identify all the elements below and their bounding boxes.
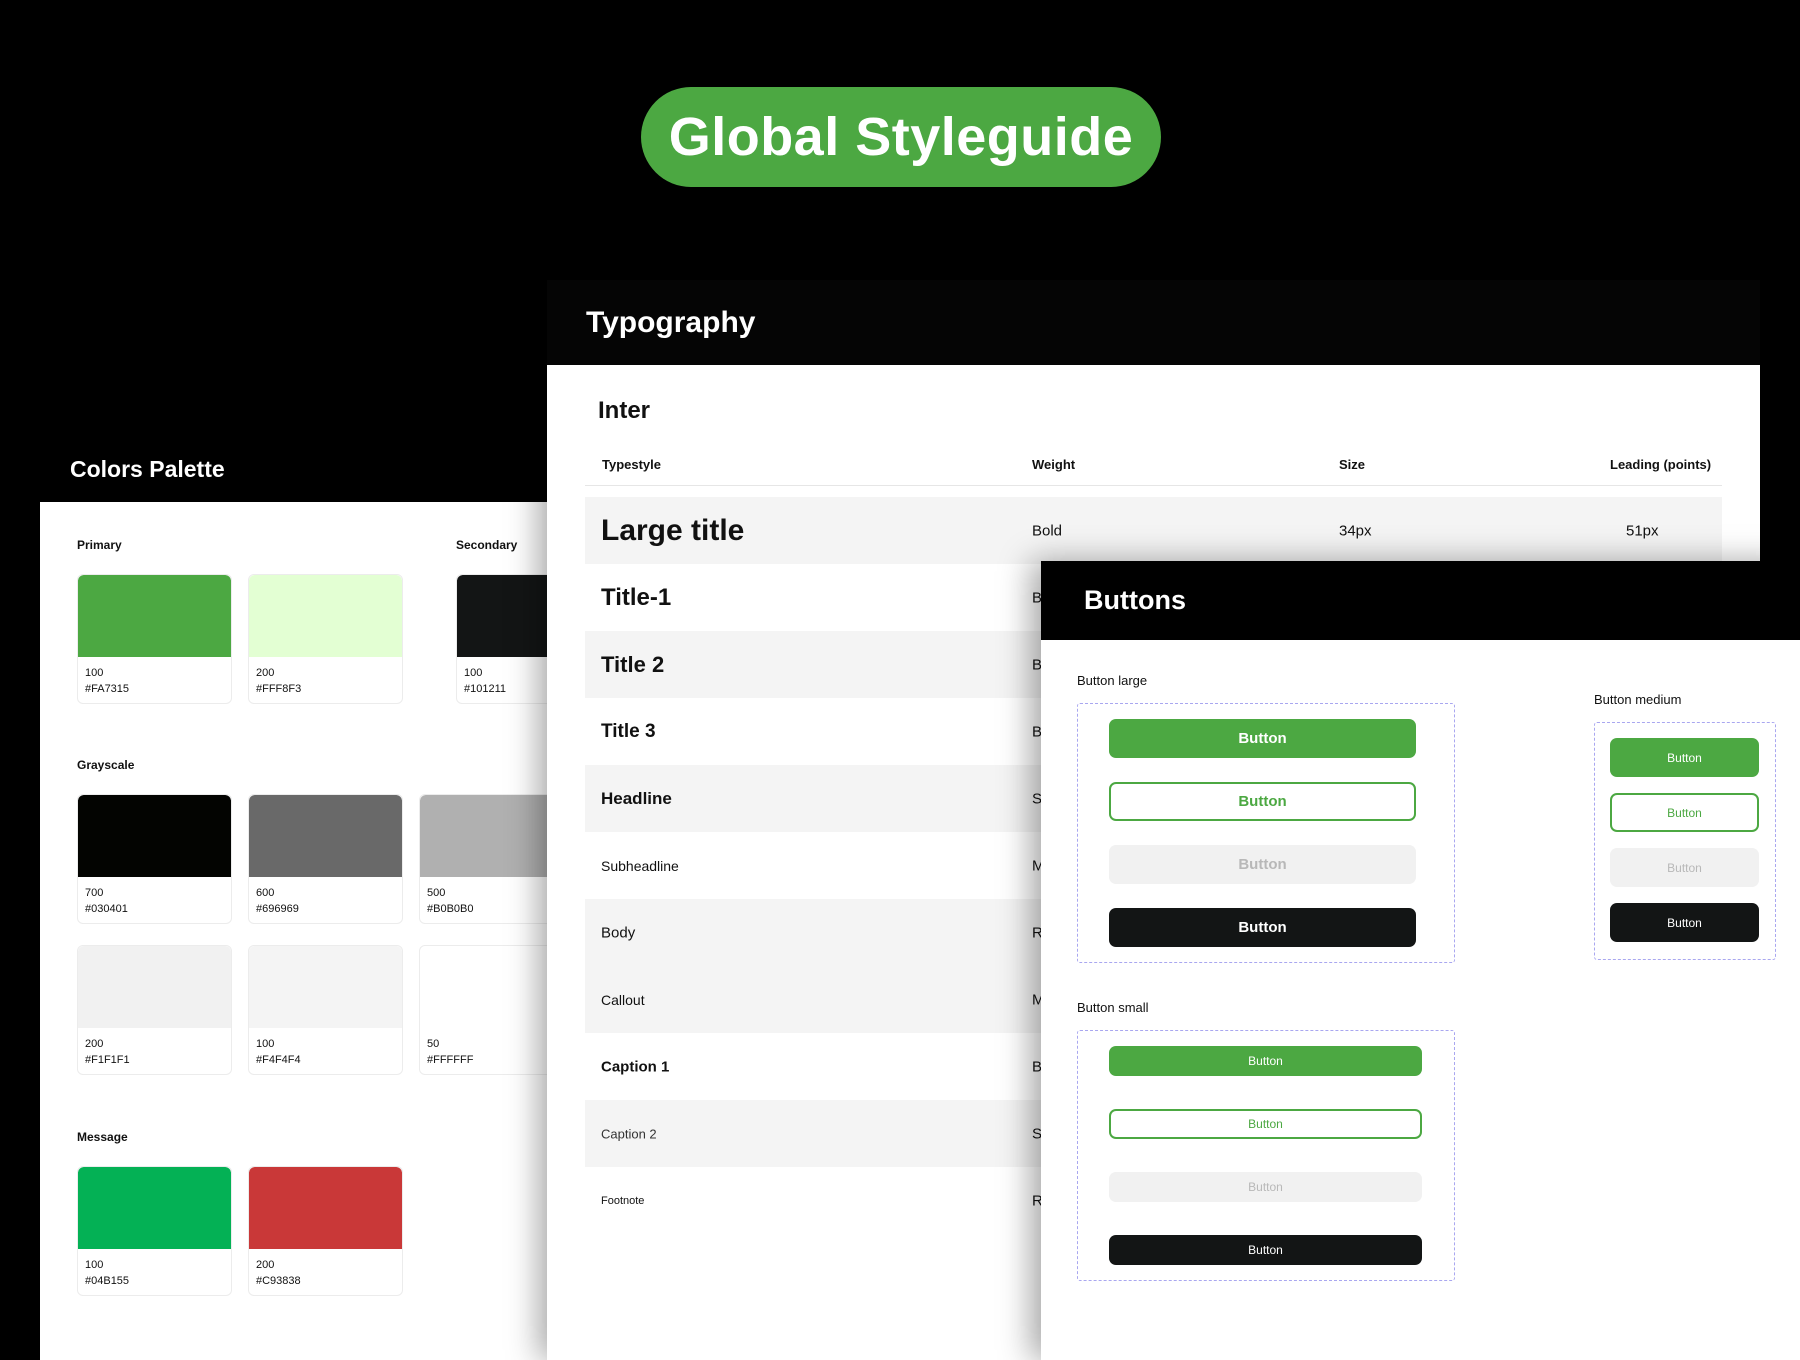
swatch-chip — [78, 1167, 231, 1249]
column-header-weight: Weight — [1032, 457, 1076, 472]
buttons-title: Buttons — [1084, 585, 1186, 615]
typestyle-name: Callout — [601, 991, 645, 1008]
swatch-hex: #C93838 — [256, 1275, 301, 1287]
swatch-primary-100[interactable]: 100 #FA7315 — [77, 574, 232, 704]
button-small-label: Button small — [1077, 1000, 1149, 1015]
buttons-header: Buttons — [1041, 561, 1800, 640]
swatch-hex: #101211 — [464, 683, 507, 695]
swatch-message-100[interactable]: 100 #04B155 — [77, 1166, 232, 1296]
typestyle-name: Body — [601, 924, 636, 941]
button-medium-label: Button medium — [1594, 692, 1682, 707]
swatch-number: 100 — [464, 667, 483, 679]
swatch-number: 200 — [85, 1038, 104, 1050]
button-large-label: Button large — [1077, 673, 1148, 688]
swatch-number: 500 — [427, 887, 446, 899]
typestyle-name: Subheadline — [601, 857, 679, 874]
colors-palette-header: Colors Palette — [40, 437, 600, 502]
typestyle-name: Caption 1 — [601, 1058, 670, 1075]
swatch-number: 50 — [427, 1038, 440, 1050]
message-label: Message — [77, 1130, 128, 1144]
header-divider — [585, 485, 1722, 486]
swatch-grayscale-100[interactable]: 100 #F4F4F4 — [248, 945, 403, 1075]
typestyle-size: 34px — [1339, 522, 1372, 539]
page-title: Global Styleguide — [668, 107, 1134, 167]
swatch-hex: #B0B0B0 — [427, 903, 474, 915]
primary-label: Primary — [77, 538, 122, 552]
swatch-chip — [78, 575, 231, 657]
swatch-message-200[interactable]: 200 #C93838 — [248, 1166, 403, 1296]
medium-disabled-button[interactable]: Button — [1610, 848, 1759, 887]
swatch-chip — [78, 946, 231, 1028]
swatch-primary-200[interactable]: 200 #FFF8F3 — [248, 574, 403, 704]
swatch-number: 100 — [85, 667, 104, 679]
typestyle-name: Footnote — [601, 1194, 645, 1207]
swatch-chip — [78, 795, 231, 877]
column-header-typestyle: Typestyle — [602, 457, 662, 472]
grayscale-label: Grayscale — [77, 758, 135, 772]
large-outline-button[interactable]: Button — [1109, 782, 1416, 821]
small-disabled-button[interactable]: Button — [1109, 1172, 1422, 1202]
swatch-chip — [249, 795, 402, 877]
large-disabled-button[interactable]: Button — [1109, 845, 1416, 884]
buttons-panel: Buttons Button large Button Button Butto… — [1041, 561, 1800, 1360]
secondary-label: Secondary — [456, 538, 518, 552]
column-header-size: Size — [1339, 457, 1366, 472]
swatch-hex: #FA7315 — [85, 683, 130, 695]
table-row: Large title Bold 34px 51px — [585, 497, 1722, 564]
typestyle-name: Title 2 — [601, 651, 665, 677]
column-header-leading: Leading (points) — [1610, 457, 1712, 472]
typography-header: Typography — [547, 280, 1760, 365]
swatch-number: 600 — [256, 887, 275, 899]
medium-primary-button[interactable]: Button — [1610, 738, 1759, 777]
small-primary-button[interactable]: Button — [1109, 1046, 1422, 1076]
swatch-chip — [249, 946, 402, 1028]
small-dark-button[interactable]: Button — [1109, 1235, 1422, 1265]
typestyle-weight: Bold — [1032, 522, 1063, 539]
typestyle-name: Title 3 — [601, 720, 656, 742]
swatch-grayscale-600[interactable]: 600 #696969 — [248, 794, 403, 924]
swatch-hex: #030401 — [85, 903, 128, 915]
large-primary-button[interactable]: Button — [1109, 719, 1416, 758]
swatch-number: 200 — [256, 1259, 275, 1271]
swatch-number: 100 — [256, 1038, 275, 1050]
swatch-hex: #F4F4F4 — [256, 1054, 301, 1066]
typestyle-name: Title-1 — [601, 583, 672, 611]
colors-palette-title: Colors Palette — [70, 456, 225, 482]
swatch-hex: #FFFFFF — [427, 1054, 474, 1066]
swatch-chip — [249, 1167, 402, 1249]
large-dark-button[interactable]: Button — [1109, 908, 1416, 947]
font-family-name: Inter — [598, 397, 651, 424]
swatch-grayscale-700[interactable]: 700 #030401 — [77, 794, 232, 924]
medium-outline-button[interactable]: Button — [1610, 793, 1759, 832]
swatch-hex: #FFF8F3 — [256, 683, 302, 695]
swatch-hex: #696969 — [256, 903, 299, 915]
typography-title: Typography — [586, 305, 756, 339]
medium-dark-button[interactable]: Button — [1610, 903, 1759, 942]
typestyle-name: Headline — [601, 788, 672, 808]
swatch-number: 200 — [256, 667, 275, 679]
swatch-number: 700 — [85, 887, 104, 899]
typestyle-name: Caption 2 — [601, 1126, 657, 1141]
colors-palette-panel: Colors Palette Primary Secondary Graysca… — [40, 437, 600, 1360]
swatch-number: 100 — [85, 1259, 104, 1271]
page-title-pill: Global Styleguide — [641, 87, 1161, 187]
swatch-hex: #04B155 — [85, 1275, 130, 1287]
swatch-chip — [249, 575, 402, 657]
swatch-grayscale-200[interactable]: 200 #F1F1F1 — [77, 945, 232, 1075]
small-outline-button[interactable]: Button — [1109, 1109, 1422, 1139]
swatch-hex: #F1F1F1 — [85, 1054, 130, 1066]
typestyle-name: Large title — [601, 513, 745, 547]
typestyle-leading: 51px — [1626, 522, 1659, 539]
